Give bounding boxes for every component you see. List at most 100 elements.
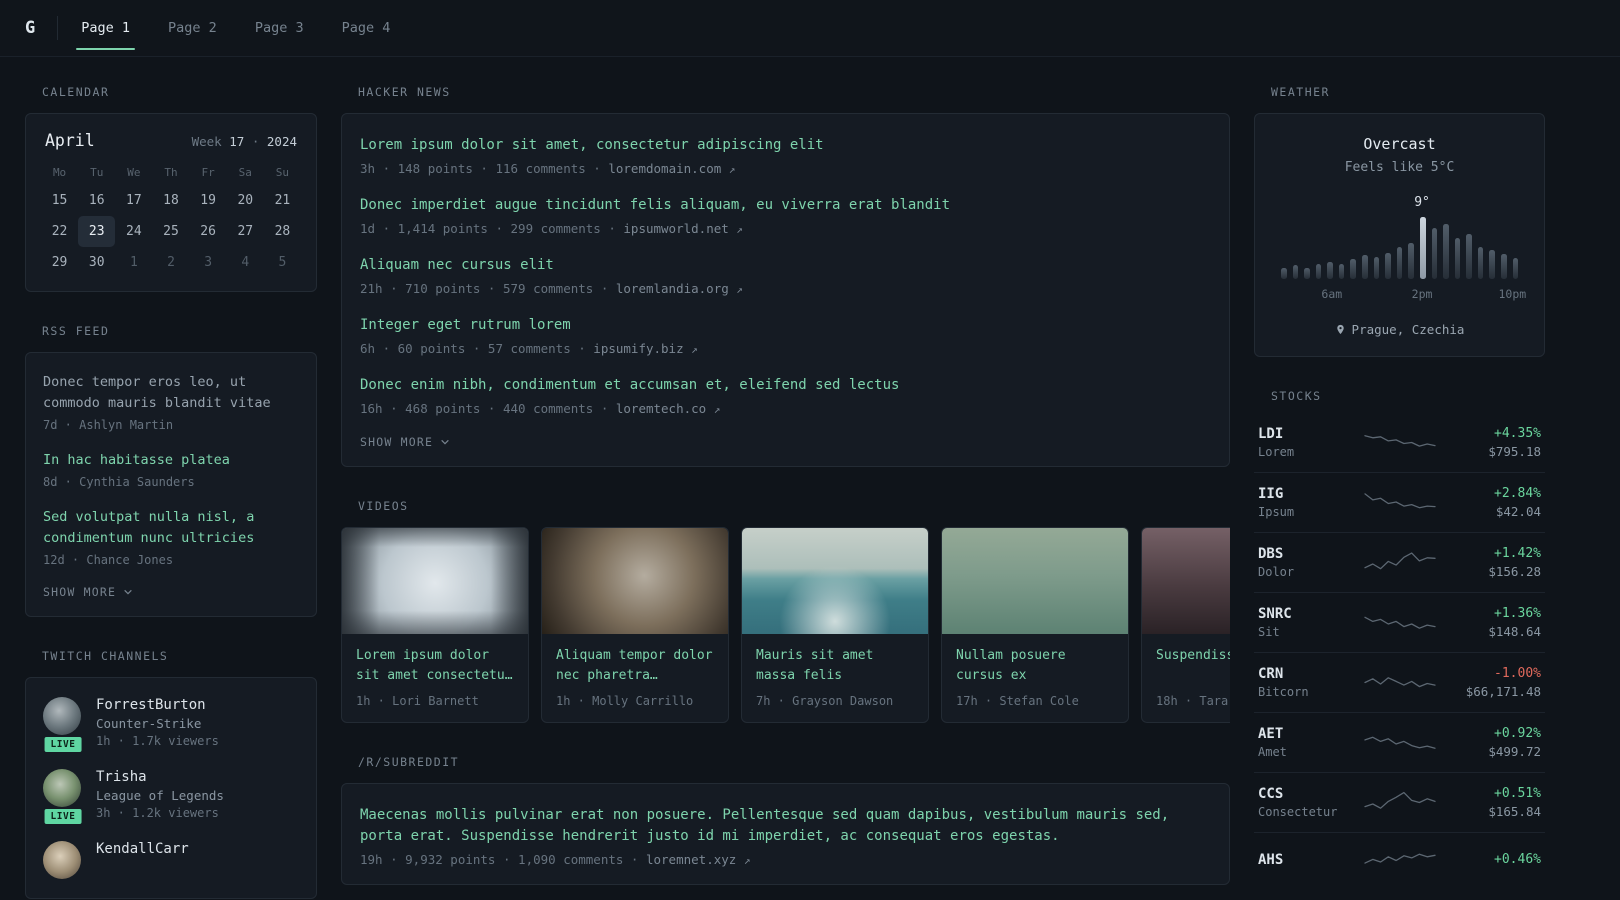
channel-game: League of Legends <box>96 787 224 803</box>
rss-headline-link[interactable]: In hac habitasse platea <box>43 450 299 471</box>
external-link-icon: ↗ <box>691 343 698 356</box>
location-pin-icon <box>1336 324 1344 335</box>
video-thumbnail[interactable] <box>1142 528 1230 634</box>
tab-page-3[interactable]: Page 3 <box>236 0 323 56</box>
rss-item-meta: 7d · Ashlyn Martin <box>43 417 174 432</box>
post-domain-link[interactable]: loremnet.xyz <box>646 852 736 867</box>
stock-values: +4.35% $795.18 <box>1437 426 1541 459</box>
news-headline-link[interactable]: Lorem ipsum dolor sit amet, consectetur … <box>360 135 1211 156</box>
stock-name: Consectetur <box>1258 805 1338 819</box>
news-headline-link[interactable]: Aliquam nec cursus elit <box>360 255 1211 276</box>
video-info: Mauris sit amet massa felis 7h · Grayson… <box>742 634 928 722</box>
weather-bar <box>1431 228 1438 279</box>
news-domain-link[interactable]: ipsumify.biz <box>593 341 683 356</box>
video-title-link[interactable]: Suspendisse diam <box>1156 646 1230 687</box>
twitch-channel[interactable]: LIVE ForrestBurton Counter-Strike 1h · 1… <box>42 696 299 754</box>
stock-row[interactable]: DBS Dolor +1.42% $156.28 <box>1254 533 1545 593</box>
video-thumbnail[interactable] <box>942 528 1128 634</box>
calendar-day: 30 <box>88 255 105 270</box>
stock-price: $66,171.48 <box>1465 684 1541 699</box>
news-item: Donec imperdiet augue tincidunt felis al… <box>360 195 1211 236</box>
news-domain-link[interactable]: loremdomain.com <box>608 161 721 176</box>
tab-page-1[interactable]: Page 1 <box>62 0 149 56</box>
video-card[interactable]: Mauris sit amet massa felis 7h · Grayson… <box>741 527 929 723</box>
stock-values: +0.92% $499.72 <box>1437 726 1541 759</box>
subreddit-card: Maecenas mollis pulvinar erat non posuer… <box>341 783 1230 885</box>
video-card[interactable]: Lorem ipsum dolor sit amet consectetu… 1… <box>341 527 529 723</box>
tab-page-4[interactable]: Page 4 <box>323 0 410 56</box>
news-item-meta: 3h · 148 points · 116 comments · loremdo… <box>360 161 1211 176</box>
stock-name: Ipsum <box>1258 505 1295 519</box>
stock-row[interactable]: CRN Bitcorn -1.00% $66,171.48 <box>1254 653 1545 713</box>
channel-name[interactable]: ForrestBurton <box>96 697 219 713</box>
channel-info: Trisha League of Legends 3h · 1.2k viewe… <box>96 769 224 820</box>
video-thumbnail[interactable] <box>542 528 728 634</box>
video-title-link[interactable]: Lorem ipsum dolor sit amet consectetu… <box>356 646 514 687</box>
stock-symbol: AHS <box>1258 851 1284 868</box>
post-headline-link[interactable]: Maecenas mollis pulvinar erat non posuer… <box>360 805 1211 847</box>
stock-sparkline <box>1363 428 1437 458</box>
stock-row[interactable]: CCS Consectetur +0.51% $165.84 <box>1254 773 1545 833</box>
weather-bar <box>1385 252 1391 279</box>
calendar-day: 26 <box>200 224 216 239</box>
rss-headline-link[interactable]: Sed volutpat nulla nisl, a condimentum n… <box>43 507 299 549</box>
middle-column: HACKER NEWS Lorem ipsum dolor sit amet, … <box>341 85 1230 900</box>
weather-location-text: Prague, Czechia <box>1351 322 1465 337</box>
calendar-day: 20 <box>237 193 254 208</box>
channel-name[interactable]: Trisha <box>96 769 224 785</box>
stock-row[interactable]: LDI Lorem +4.35% $795.18 <box>1254 413 1545 473</box>
app-logo[interactable]: G <box>25 0 57 56</box>
twitch-channel[interactable]: KendallCarr <box>43 840 299 879</box>
rss-show-more-button[interactable]: SHOW MORE <box>43 585 299 599</box>
calendar-day-headers: Mo Tu We Th Fr Sa Su <box>41 166 301 179</box>
stock-symbol: IIG <box>1258 486 1284 502</box>
video-card[interactable]: Nullam posuere cursus ex 17h · Stefan Co… <box>941 527 1129 723</box>
rss-headline-link[interactable]: Donec tempor eros leo, ut commodo mauris… <box>43 372 299 414</box>
stock-row[interactable]: AHS +0.46% <box>1254 833 1545 889</box>
channel-avatar <box>43 696 81 735</box>
stock-row[interactable]: SNRC Sit +1.36% $148.64 <box>1254 593 1545 653</box>
hackernews-section-title: HACKER NEWS <box>358 85 451 99</box>
video-title-link[interactable]: Nullam posuere cursus ex <box>956 646 1114 687</box>
stock-change: +1.36% <box>1494 606 1541 621</box>
video-card[interactable]: Aliquam tempor dolor nec pharetra… 1h · … <box>541 527 729 723</box>
news-headline-link[interactable]: Integer eget rutrum lorem <box>360 315 1211 336</box>
weather-condition: Overcast <box>1363 135 1436 153</box>
weather-bar <box>1477 246 1484 279</box>
video-meta: 18h · Tara <box>1156 694 1229 708</box>
calendar-day: 28 <box>274 224 291 239</box>
stocks-widget: STOCKS LDI Lorem +4.35% $795.18 IIG Ipsu… <box>1254 389 1545 889</box>
videos-row: Lorem ipsum dolor sit amet consectetu… 1… <box>341 527 1230 723</box>
post-meta-text: 19h · 9,932 points · 1,090 comments · <box>360 852 646 867</box>
twitch-card: LIVE ForrestBurton Counter-Strike 1h · 1… <box>25 676 317 899</box>
stock-symbol: SNRC <box>1258 606 1292 622</box>
weather-bar <box>1327 261 1333 279</box>
hackernews-show-more-button[interactable]: SHOW MORE <box>360 435 1211 449</box>
twitch-channel[interactable]: LIVE Trisha League of Legends 3h · 1.2k … <box>42 768 299 826</box>
channel-name[interactable]: KendallCarr <box>96 841 189 857</box>
videos-section-title: VIDEOS <box>358 499 409 513</box>
video-title-link[interactable]: Mauris sit amet massa felis <box>756 646 914 687</box>
tab-page-2[interactable]: Page 2 <box>149 0 236 56</box>
video-thumbnail[interactable] <box>342 528 528 634</box>
news-domain-link[interactable]: loremtech.co <box>616 401 706 416</box>
calendar-day-next-month: 3 <box>204 255 213 270</box>
news-headline-link[interactable]: Donec imperdiet augue tincidunt felis al… <box>360 195 1211 216</box>
calendar-day: 18 <box>163 193 179 208</box>
video-thumbnail[interactable] <box>742 528 928 634</box>
news-headline-link[interactable]: Donec enim nibh, condimentum et accumsan… <box>360 375 1211 396</box>
video-card[interactable]: Suspendisse diam 18h · Tara <box>1141 527 1230 723</box>
video-title-link[interactable]: Aliquam tempor dolor nec pharetra… <box>556 646 714 687</box>
stock-change: +2.84% <box>1494 486 1541 501</box>
stock-row[interactable]: IIG Ipsum +2.84% $42.04 <box>1254 473 1545 533</box>
weather-bar <box>1500 254 1507 279</box>
live-badge: LIVE <box>42 806 84 826</box>
weather-bar <box>1373 257 1380 279</box>
news-domain-link[interactable]: loremlandia.org <box>616 281 729 296</box>
page-content: CALENDAR April Week 17 · 2024 Mo Tu We T… <box>0 57 1620 900</box>
day-header: Tu <box>90 166 104 179</box>
channel-game: Counter-Strike <box>96 715 202 731</box>
news-domain-link[interactable]: ipsumworld.net <box>623 221 728 236</box>
weather-bar <box>1281 267 1287 279</box>
stock-row[interactable]: AET Amet +0.92% $499.72 <box>1254 713 1545 773</box>
